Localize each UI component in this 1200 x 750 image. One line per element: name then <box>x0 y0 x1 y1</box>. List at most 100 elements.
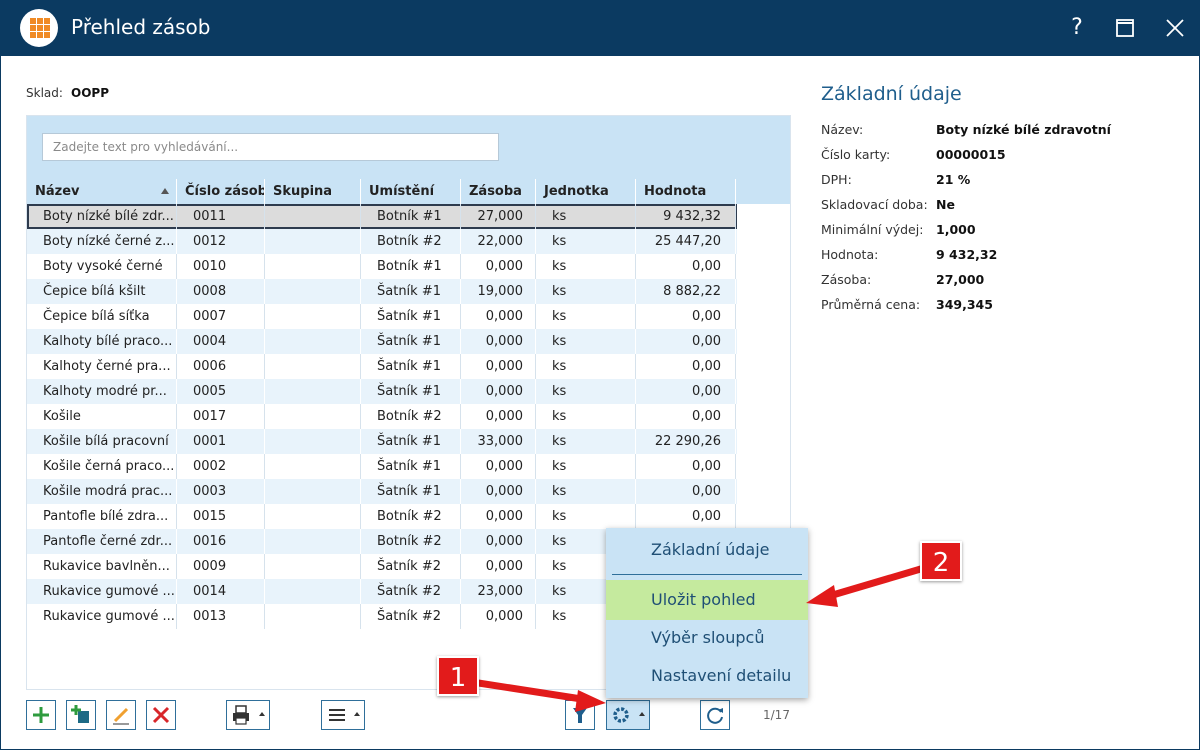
table-cell-qty: 0,000 <box>461 554 536 579</box>
title-bar: Přehled zásob ? <box>0 0 1200 56</box>
refresh-button[interactable] <box>700 700 730 730</box>
table-cell-qty: 0,000 <box>461 304 536 329</box>
column-header-value[interactable]: Hodnota <box>636 179 736 204</box>
gear-icon <box>613 707 629 723</box>
column-header-group[interactable]: Skupina <box>265 179 361 204</box>
detail-value: 00000015 <box>936 147 1006 162</box>
table-row[interactable]: Čepice bílá síťka 0007 Šatník #1 0,000 ks 0,0… <box>27 304 737 329</box>
table-cell-unit: ks <box>536 279 636 304</box>
table-row[interactable]: Čepice bílá kšilt 0008 Šatník #1 19,000 ks 8 … <box>27 279 737 304</box>
table-cell-num: 0012 <box>177 229 265 254</box>
table-cell-group <box>265 604 361 629</box>
maximize-button[interactable] <box>1110 13 1140 43</box>
table-cell-loc: Šatník #1 <box>361 279 461 304</box>
column-header-stock[interactable]: Zásoba <box>461 179 536 204</box>
sklad-label: Sklad: <box>26 86 63 100</box>
detail-label: Minimální výdej: <box>821 222 924 237</box>
table-cell-unit: ks <box>536 404 636 429</box>
detail-title: Základní údaje <box>821 83 962 105</box>
search-input[interactable] <box>42 133 499 161</box>
table-cell-name: Rukavice gumové ... <box>27 579 177 604</box>
detail-value: 27,000 <box>936 272 985 287</box>
column-header-unit[interactable]: Jednotka <box>536 179 636 204</box>
table-cell-qty: 33,000 <box>461 429 536 454</box>
detail-label: Název: <box>821 122 864 137</box>
table-row[interactable]: Kalhoty černé pra... 0006 Šatník #1 0,000 ks… <box>27 354 737 379</box>
table-cell-qty: 0,000 <box>461 504 536 529</box>
table-cell-num: 0013 <box>177 604 265 629</box>
add-button[interactable] <box>26 700 56 730</box>
table-cell-loc: Šatník #2 <box>361 554 461 579</box>
table-cell-loc: Šatník #1 <box>361 454 461 479</box>
table-cell-name: Boty nízké černé z... <box>27 229 177 254</box>
detail-value: 349,345 <box>936 297 993 312</box>
table-cell-value: 0,00 <box>636 504 736 529</box>
print-button[interactable] <box>226 700 270 730</box>
table-cell-num: 0005 <box>177 379 265 404</box>
delete-button[interactable] <box>146 700 176 730</box>
table-cell-name: Kalhoty bílé praco... <box>27 329 177 354</box>
detail-label: Průměrná cena: <box>821 297 921 312</box>
column-header-location[interactable]: Umístění <box>361 179 461 204</box>
table-cell-value: 0,00 <box>636 254 736 279</box>
table-cell-name: Košile <box>27 404 177 429</box>
table-cell-num: 0003 <box>177 479 265 504</box>
column-header-number[interactable]: Číslo zásoby <box>177 179 265 204</box>
sort-ascending-icon <box>161 188 169 194</box>
table-row[interactable]: Boty nízké bílé zdr... 0011 Botník #1 27,00… <box>27 204 737 229</box>
table-row[interactable]: Kalhoty bílé praco... 0004 Šatník #1 0,000 k… <box>27 329 737 354</box>
table-cell-name: Košile modrá prac... <box>27 479 177 504</box>
close-button[interactable] <box>1160 13 1190 43</box>
detail-label: Číslo karty: <box>821 147 891 162</box>
table-row[interactable]: Kalhoty modré pr... 0005 Šatník #1 0,000 ks 0… <box>27 379 737 404</box>
list-menu-button[interactable] <box>321 700 365 730</box>
table-cell-group <box>265 404 361 429</box>
table-cell-num: 0002 <box>177 454 265 479</box>
chevron-up-icon <box>639 712 645 716</box>
settings-dropdown-menu: Základní údaje Uložit pohled Výběr sloup… <box>606 528 808 698</box>
table-cell-name: Pantofle černé zdr... <box>27 529 177 554</box>
table-row[interactable]: Pantofle bílé zdra... 0015 Botník #2 0,000 k… <box>27 504 737 529</box>
table-row[interactable]: Košile 0017 Botník #2 0,000 ks 0,00 <box>27 404 737 429</box>
table-cell-name: Rukavice gumové ... <box>27 604 177 629</box>
table-row[interactable]: Boty nízké černé z... 0012 Botník #2 22,000… <box>27 229 737 254</box>
menu-item-basic-info[interactable]: Základní údaje <box>606 530 808 570</box>
menu-item-detail-settings[interactable]: Nastavení detailu <box>606 656 808 696</box>
table-cell-qty: 0,000 <box>461 479 536 504</box>
detail-value: 1,000 <box>936 222 976 237</box>
table-row[interactable]: Košile bílá pracovní 0001 Šatník #1 33,000 k… <box>27 429 737 454</box>
copy-plus-icon <box>71 705 89 723</box>
menu-item-save-view[interactable]: Uložit pohled <box>606 580 808 620</box>
table-cell-unit: ks <box>536 379 636 404</box>
table-cell-value: 0,00 <box>636 404 736 429</box>
callout-2-badge: 2 <box>920 541 962 581</box>
filter-button[interactable] <box>565 700 595 730</box>
settings-menu-button[interactable] <box>606 700 650 730</box>
table-cell-name: Čepice bílá kšilt <box>27 279 177 304</box>
table-row[interactable]: Boty vysoké černé 0010 Botník #1 0,000 ks 0,0… <box>27 254 737 279</box>
table-cell-qty: 0,000 <box>461 329 536 354</box>
table-cell-num: 0009 <box>177 554 265 579</box>
table-cell-loc: Botník #2 <box>361 504 461 529</box>
table-cell-num: 0008 <box>177 279 265 304</box>
table-cell-unit: ks <box>536 329 636 354</box>
help-button[interactable]: ? <box>1062 13 1092 43</box>
table-cell-num: 0017 <box>177 404 265 429</box>
table-cell-qty: 22,000 <box>461 229 536 254</box>
table-cell-value: 0,00 <box>636 354 736 379</box>
edit-button[interactable] <box>106 700 136 730</box>
table-cell-group <box>265 554 361 579</box>
table-row[interactable]: Košile černá praco... 0002 Šatník #1 0,000 k… <box>27 454 737 479</box>
close-icon <box>1166 19 1184 37</box>
copy-button[interactable] <box>66 700 96 730</box>
menu-item-column-selection[interactable]: Výběr sloupců <box>606 618 808 658</box>
sklad-value: OOPP <box>71 86 109 100</box>
table-cell-unit: ks <box>536 429 636 454</box>
table-cell-qty: 23,000 <box>461 579 536 604</box>
table-row[interactable]: Košile modrá prac... 0003 Šatník #1 0,000 ks… <box>27 479 737 504</box>
column-header-name[interactable]: Název <box>27 179 177 204</box>
printer-icon <box>233 705 249 725</box>
table-cell-name: Košile bílá pracovní <box>27 429 177 454</box>
table-cell-qty: 0,000 <box>461 379 536 404</box>
table-cell-num: 0014 <box>177 579 265 604</box>
